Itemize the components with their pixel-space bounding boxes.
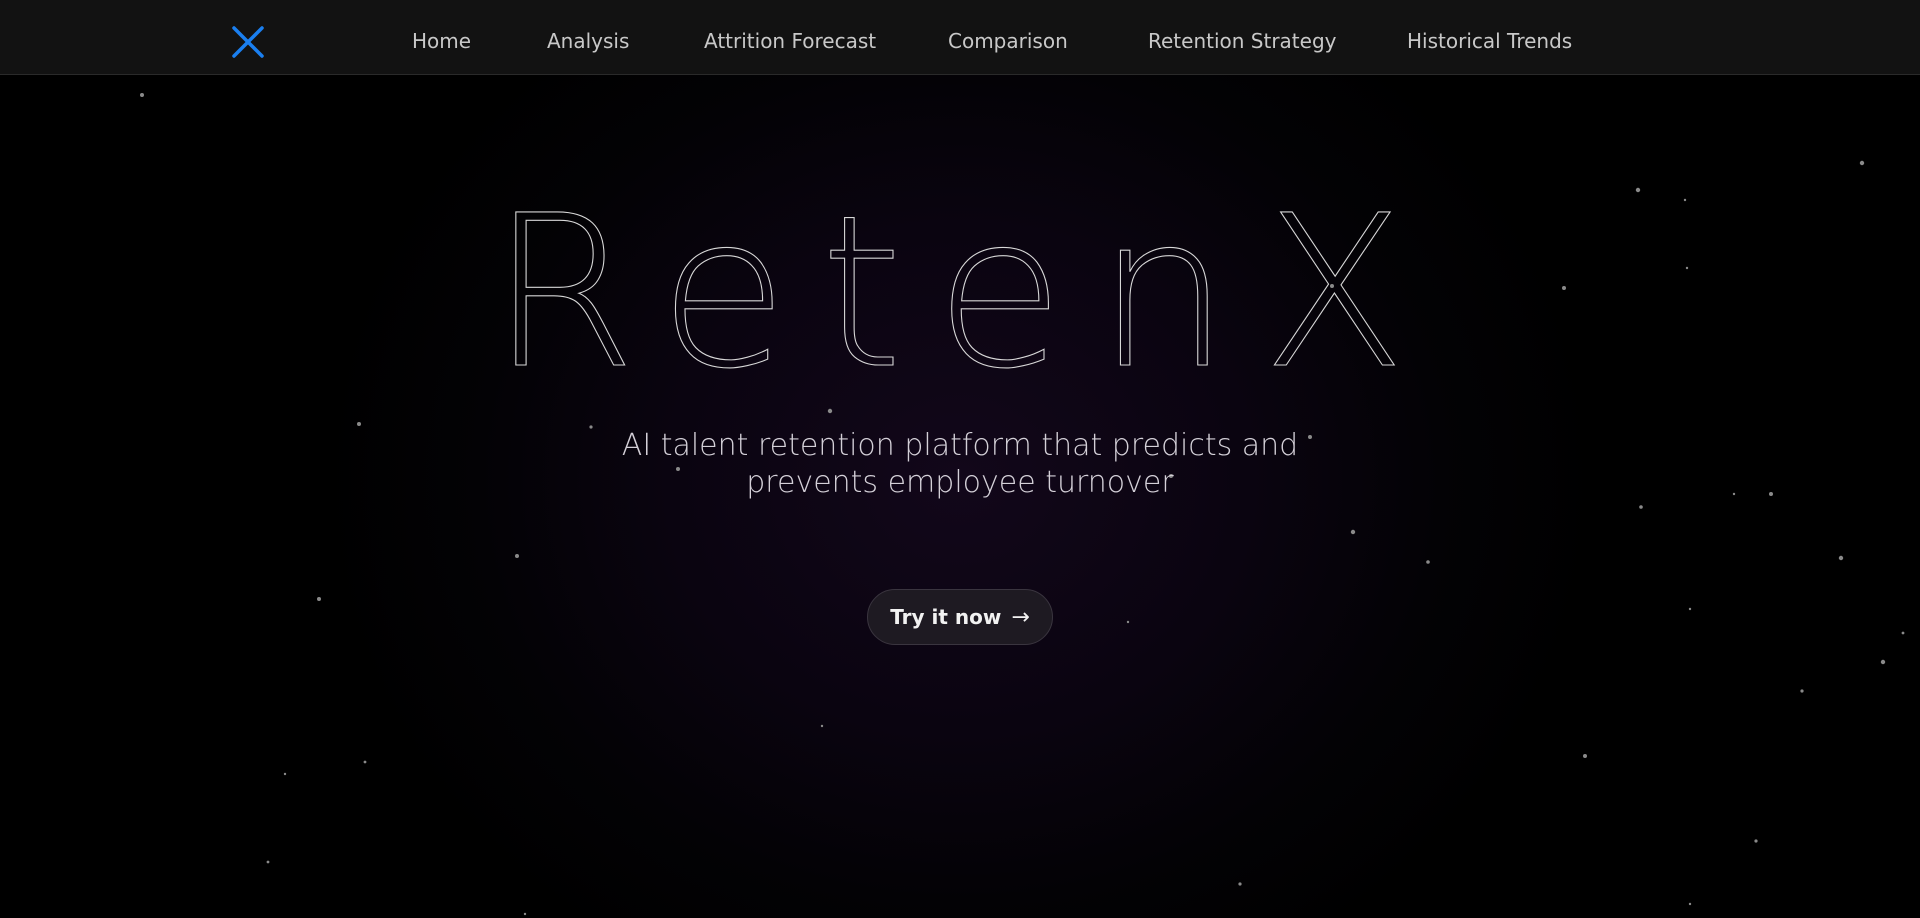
nav-item-retention-strategy[interactable]: Retention Strategy bbox=[1148, 27, 1337, 55]
try-it-now-label: Try it now bbox=[890, 605, 1002, 629]
arrow-right-icon: → bbox=[1011, 604, 1030, 630]
star bbox=[1688, 902, 1692, 906]
star bbox=[140, 93, 144, 97]
star bbox=[1754, 839, 1758, 843]
top-navbar: Home Analysis Attrition Forecast Compari… bbox=[0, 0, 1920, 75]
nav-item-comparison[interactable]: Comparison bbox=[948, 27, 1068, 55]
star bbox=[1838, 555, 1844, 561]
star bbox=[820, 724, 824, 728]
hero-subtitle-line-1: AI talent retention platform that predic… bbox=[621, 428, 1299, 463]
star bbox=[523, 912, 527, 916]
nav-item-home[interactable]: Home bbox=[412, 27, 471, 55]
hero-subtitle: AI talent retention platform that predic… bbox=[560, 427, 1360, 501]
star bbox=[1859, 160, 1865, 166]
star bbox=[1126, 620, 1130, 624]
nav-item-historical-trends[interactable]: Historical Trends bbox=[1407, 27, 1572, 55]
star bbox=[515, 554, 519, 558]
x-logo-icon[interactable] bbox=[231, 25, 265, 59]
hero-title: RetenX bbox=[489, 180, 1450, 390]
star bbox=[357, 422, 361, 426]
star bbox=[1901, 631, 1905, 635]
star bbox=[1688, 607, 1692, 611]
star bbox=[827, 408, 833, 414]
star bbox=[283, 772, 287, 776]
star bbox=[1685, 266, 1689, 270]
star bbox=[317, 597, 321, 601]
star bbox=[1732, 492, 1736, 496]
star bbox=[1238, 882, 1242, 886]
star bbox=[1639, 505, 1643, 509]
star bbox=[363, 760, 367, 764]
star bbox=[1350, 529, 1356, 535]
star bbox=[1683, 198, 1687, 202]
nav-item-analysis[interactable]: Analysis bbox=[547, 27, 629, 55]
hero-subtitle-line-2: prevents employee turnover bbox=[746, 465, 1174, 500]
star bbox=[1583, 754, 1587, 758]
star bbox=[266, 860, 270, 864]
star bbox=[1562, 286, 1566, 290]
hero-title-text: RetenX bbox=[490, 180, 1450, 390]
star bbox=[1635, 187, 1641, 193]
star bbox=[1769, 492, 1773, 496]
try-it-now-button[interactable]: Try it now → bbox=[867, 589, 1053, 645]
landing-page: Home Analysis Attrition Forecast Compari… bbox=[0, 0, 1920, 918]
nav-item-attrition-forecast[interactable]: Attrition Forecast bbox=[704, 27, 876, 55]
star bbox=[1800, 689, 1804, 693]
star bbox=[1426, 560, 1430, 564]
star bbox=[1880, 659, 1886, 665]
